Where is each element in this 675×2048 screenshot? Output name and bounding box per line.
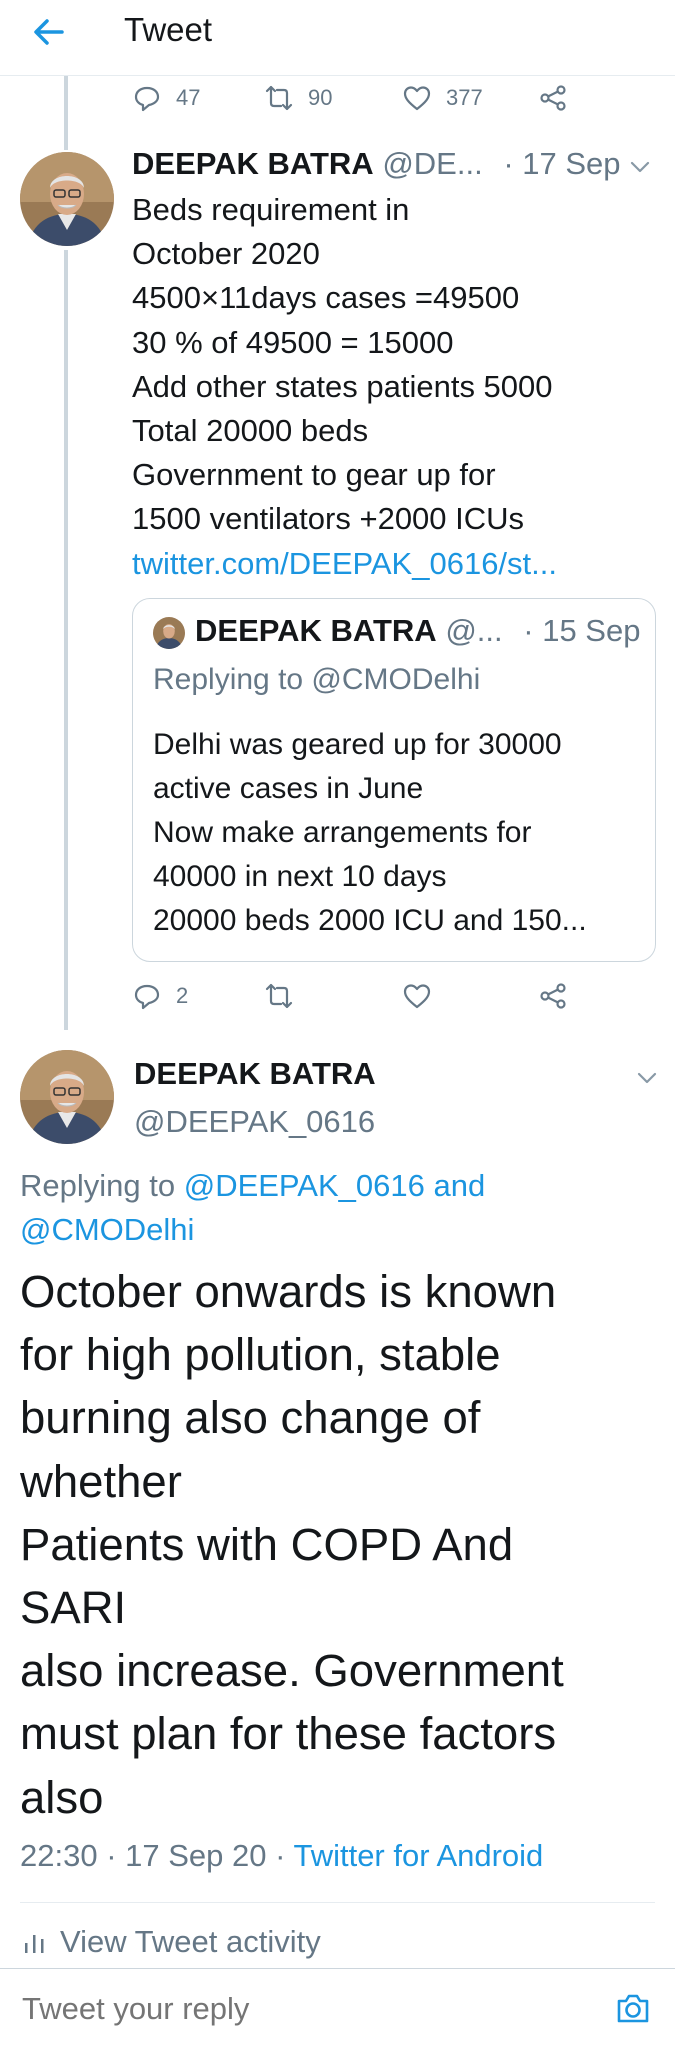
replying-to-link[interactable]: @CMODelhi <box>20 1208 660 1252</box>
quote-author-row: DEEPAK BATRA @... · 15 Sep <box>195 613 640 649</box>
tweet-line: must plan for these factors <box>20 1708 557 1760</box>
reply-icon <box>134 86 160 112</box>
tweet-link[interactable]: twitter.com/DEEPAK_0616/st... <box>132 542 652 586</box>
thread-connector-line <box>64 250 68 1030</box>
reply-count: 2 <box>176 983 189 1008</box>
tweet-line: burning also change of <box>20 1392 481 1444</box>
replying-to-link[interactable]: @DEEPAK_0616 and <box>184 1168 485 1203</box>
like-count: 377 <box>446 85 483 110</box>
quote-line: 20000 beds 2000 ICU and 150... <box>153 904 587 937</box>
tweet-line: 4500×11days cases =49500 <box>132 280 520 316</box>
author-name[interactable]: DEEPAK BATRA <box>134 1056 376 1092</box>
reply-icon <box>134 984 160 1010</box>
bar-chart-icon <box>25 1935 44 1953</box>
avatar-image <box>153 617 185 649</box>
tweet-line: October 2020 <box>132 236 320 272</box>
page-title: Tweet <box>124 11 213 48</box>
quote-line: Delhi was geared up for 30000 <box>153 728 562 761</box>
like-button[interactable] <box>402 974 432 1018</box>
header-bar: Tweet <box>0 0 675 76</box>
tweet-line: for high pollution, stable <box>20 1329 501 1381</box>
retweet-icon <box>265 983 293 1009</box>
tweet-line: Total 20000 beds <box>132 413 369 449</box>
quoted-tweet-card[interactable]: DEEPAK BATRA @... · 15 Sep Replying to @… <box>132 598 656 962</box>
quote-author-name: DEEPAK BATRA <box>195 613 437 648</box>
quote-replying-to: Replying to @CMODelhi <box>153 663 481 696</box>
arrow-left-icon[interactable] <box>28 12 68 52</box>
quote-line: Now make arrangements for <box>153 816 532 849</box>
quote-date: · 15 Sep <box>523 613 641 648</box>
camera-icon[interactable] <box>614 1989 652 2027</box>
share-button[interactable] <box>538 974 568 1018</box>
tweet-line: Beds requirement in <box>132 192 410 227</box>
quote-line: active cases in June <box>153 772 424 805</box>
tweet-actions: 2 <box>132 974 592 1018</box>
avatar[interactable] <box>20 152 114 246</box>
quote-line: 40000 in next 10 days <box>153 860 447 893</box>
tweet-line: Patients with COPD And <box>20 1518 514 1570</box>
tweet-body: Beds requirement in October 2020 4500×11… <box>132 188 652 586</box>
replying-prefix: Replying to <box>20 1168 184 1203</box>
heart-icon <box>403 86 431 111</box>
tweet-line: 1500 ventilators +2000 ICUs <box>132 501 525 537</box>
tweet-line: also <box>20 1771 104 1823</box>
tweet-line: Add other states patients 5000 <box>132 368 553 404</box>
like-button[interactable]: 377 <box>402 76 483 120</box>
reply-button[interactable]: 47 <box>132 76 200 120</box>
share-icon <box>540 983 566 1009</box>
tweet-line: Government to gear up for <box>132 457 496 493</box>
replying-to: Replying to @DEEPAK_0616 and @CMODelhi <box>20 1164 660 1252</box>
heart-icon <box>403 984 431 1009</box>
tweet-line: 30 % of 49500 = 15000 <box>132 324 454 360</box>
tweet-line: SARI <box>20 1582 127 1634</box>
tweet-source-link[interactable]: Twitter for Android <box>293 1838 543 1873</box>
author-handle[interactable]: @DEEPAK_0616 <box>134 1104 375 1140</box>
share-icon <box>540 85 566 111</box>
avatar-image <box>20 1050 114 1144</box>
focus-tweet-body: October onwards is known for high pollut… <box>20 1260 660 1829</box>
avatar[interactable] <box>20 1050 114 1144</box>
retweet-button[interactable] <box>264 974 294 1018</box>
reply-input[interactable] <box>22 1991 582 2027</box>
tweet-line: October onwards is known <box>20 1266 557 1317</box>
reply-button[interactable]: 2 <box>132 974 188 1018</box>
previous-tweet-actions: 47 90 377 <box>132 76 592 120</box>
chevron-down-icon[interactable] <box>625 152 655 182</box>
thread-connector-line <box>64 76 68 150</box>
retweet-count: 90 <box>308 85 333 110</box>
retweet-button[interactable]: 90 <box>264 76 332 120</box>
quote-body: Delhi was geared up for 30000 active cas… <box>153 723 587 943</box>
timestamp-text: 22:30 · 17 Sep 20 · <box>20 1838 294 1873</box>
view-tweet-activity-button[interactable]: View Tweet activity <box>22 1924 321 1960</box>
author-name[interactable]: DEEPAK BATRA <box>132 146 374 181</box>
quote-avatar <box>153 617 185 649</box>
share-button[interactable] <box>538 76 568 120</box>
tweet-author-row: DEEPAK BATRA @DE... · 17 Sep <box>132 146 621 182</box>
reply-count: 47 <box>176 85 201 110</box>
author-handle[interactable]: @DE... <box>382 146 482 181</box>
tweet-line: also increase. Government <box>20 1645 564 1697</box>
chevron-down-icon[interactable] <box>632 1063 662 1093</box>
tweet-line: whether <box>20 1455 182 1507</box>
reply-composer-bar <box>0 1968 675 2048</box>
retweet-icon <box>265 85 293 111</box>
tweet-timestamp: 22:30 · 17 Sep 20 · Twitter for Android <box>20 1838 543 1874</box>
activity-label: View Tweet activity <box>60 1924 321 1959</box>
avatar-image <box>20 152 114 246</box>
quote-author-handle: @... <box>445 613 503 648</box>
tweet-date[interactable]: · 17 Sep <box>503 146 620 181</box>
divider <box>20 1902 655 1903</box>
